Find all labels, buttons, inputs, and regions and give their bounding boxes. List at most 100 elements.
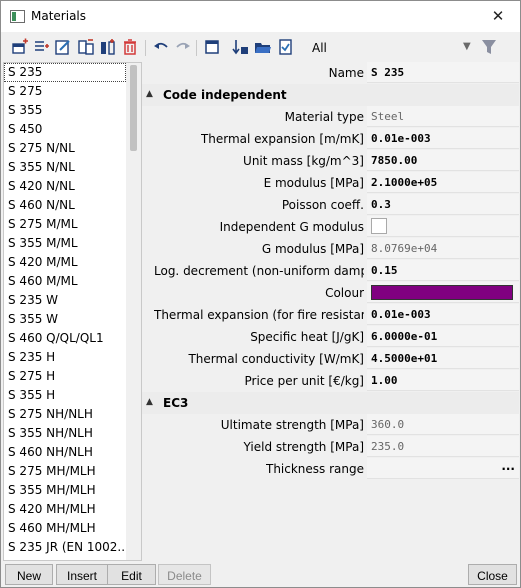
property-value-text: 0.15 — [371, 264, 398, 277]
property-row[interactable]: Specific heat [J/gK] 6.0000e-01 — [142, 326, 519, 348]
redo-icon[interactable] — [174, 38, 192, 56]
property-value[interactable]: 0.15 — [367, 260, 519, 281]
list-item[interactable]: S 460 Q/QL/QL1 — [4, 329, 126, 348]
property-row[interactable]: G modulus [MPa] 8.0769e+04 — [142, 238, 519, 260]
open-folder-icon[interactable] — [254, 38, 272, 56]
list-item[interactable]: S 275 N/NL — [4, 139, 126, 158]
property-row[interactable]: Yield strength [MPa] 235.0 — [142, 436, 519, 458]
colour-swatch[interactable] — [371, 285, 513, 300]
property-value[interactable]: 1.00 — [367, 370, 519, 391]
list-item[interactable]: S 420 M/ML — [4, 253, 126, 272]
list-item[interactable]: S 355 NH/NLH — [4, 424, 126, 443]
property-value[interactable]: 4.5000e+01 — [367, 348, 519, 369]
property-grid: Name S 235 ▲ Code independent Material type S… — [142, 62, 519, 559]
scrollbar-thumb[interactable] — [130, 65, 137, 151]
list-item[interactable]: S 355 — [4, 101, 126, 120]
property-row[interactable]: E modulus [MPa] 2.1000e+05 — [142, 172, 519, 194]
section-code-independent[interactable]: ▲ Code independent — [142, 84, 519, 106]
list-item[interactable]: S 460 NH/NLH — [4, 443, 126, 462]
independent-g-checkbox[interactable] — [371, 218, 387, 234]
list-item[interactable]: S 235 W — [4, 291, 126, 310]
undo-icon[interactable] — [152, 38, 170, 56]
close-window-icon[interactable]: ✕ — [486, 5, 510, 27]
list-item[interactable]: S 355 H — [4, 386, 126, 405]
property-row[interactable]: Log. decrement (non-uniform dampin 0.15 — [142, 260, 519, 282]
import-icon[interactable] — [99, 38, 117, 56]
copy-icon[interactable] — [77, 38, 95, 56]
library-icon[interactable] — [203, 38, 221, 56]
property-value[interactable]: 6.0000e-01 — [367, 326, 519, 347]
property-value[interactable]: 7850.00 — [367, 150, 519, 171]
insert-button[interactable]: Insert — [56, 564, 108, 585]
section-ec3[interactable]: ▲ EC3 — [142, 392, 519, 414]
list-item[interactable]: S 235 — [4, 63, 126, 82]
list-item[interactable]: S 460 N/NL — [4, 196, 126, 215]
property-row[interactable]: Colour — [142, 282, 519, 304]
property-value[interactable] — [367, 282, 519, 303]
property-value[interactable]: 0.3 — [367, 194, 519, 215]
property-row[interactable]: Material type Steel — [142, 106, 519, 128]
collapse-icon[interactable]: ▲ — [146, 397, 153, 407]
list-item[interactable]: S 460 M/ML — [4, 272, 126, 291]
property-row[interactable]: Unit mass [kg/m^3] 7850.00 — [142, 150, 519, 172]
ellipsis-button[interactable]: ... — [501, 459, 515, 473]
list-item[interactable]: S 275 H — [4, 367, 126, 386]
check-icon[interactable] — [277, 38, 295, 56]
insert-icon[interactable] — [32, 38, 50, 56]
property-row[interactable]: Ultimate strength [MPa] 360.0 — [142, 414, 519, 436]
new-button[interactable]: New — [5, 564, 53, 585]
property-row[interactable]: Thermal expansion [m/mK] 0.01e-003 — [142, 128, 519, 150]
property-row[interactable]: Thickness range... — [142, 458, 519, 480]
property-value[interactable]: ... — [367, 458, 519, 479]
delete-button[interactable]: Delete — [158, 564, 211, 585]
property-value-text: S 235 — [371, 66, 405, 79]
property-row[interactable]: Poisson coeff. 0.3 — [142, 194, 519, 216]
list-item[interactable]: S 420 N/NL — [4, 177, 126, 196]
list-item[interactable]: S 275 — [4, 82, 126, 101]
sort-icon[interactable] — [231, 38, 249, 56]
list-item[interactable]: S 355 N/NL — [4, 158, 126, 177]
edit-button[interactable]: Edit — [107, 564, 156, 585]
property-value[interactable]: 235.0 — [367, 436, 519, 457]
list-item[interactable]: S 235 JR (EN 1002... — [4, 538, 126, 557]
filter-icon[interactable] — [481, 39, 497, 55]
property-label: Colour — [325, 286, 364, 300]
property-row[interactable]: Independent G modulus — [142, 216, 519, 238]
property-row[interactable]: Name S 235 — [142, 62, 519, 84]
property-value[interactable]: S 235 — [367, 62, 519, 83]
property-value-text: 360.0 — [371, 418, 405, 431]
property-row[interactable]: Price per unit [€/kg] 1.00 — [142, 370, 519, 392]
property-value[interactable]: 8.0769e+04 — [367, 238, 519, 259]
property-value-text: 7850.00 — [371, 154, 418, 167]
property-value[interactable] — [367, 216, 519, 237]
property-row[interactable]: Thermal expansion (for fire resistance 0.… — [142, 304, 519, 326]
list-item[interactable]: S 275 M/ML — [4, 215, 126, 234]
filter-dropdown[interactable]: All — [312, 41, 327, 55]
window-title: Materials — [31, 9, 87, 23]
new-material-icon[interactable] — [11, 38, 29, 56]
list-item[interactable]: S 235 H — [4, 348, 126, 367]
property-value[interactable]: 0.01e-003 — [367, 128, 519, 149]
chevron-down-icon[interactable]: ▼ — [463, 41, 471, 52]
list-item[interactable]: S 420 MH/MLH — [4, 500, 126, 519]
list-scrollbar[interactable] — [126, 63, 141, 560]
property-row[interactable]: Thermal conductivity [W/mK] 4.5000e+01 — [142, 348, 519, 370]
list-item[interactable]: S 355 W — [4, 310, 126, 329]
edit-icon[interactable] — [54, 38, 72, 56]
property-value[interactable]: 0.01e-003 — [367, 304, 519, 325]
list-item[interactable]: S 355 MH/MLH — [4, 481, 126, 500]
close-button[interactable]: Close — [468, 564, 517, 585]
property-value[interactable]: Steel — [367, 106, 519, 127]
property-value[interactable]: 2.1000e+05 — [367, 172, 519, 193]
list-item[interactable]: S 460 MH/MLH — [4, 519, 126, 538]
collapse-icon[interactable]: ▲ — [146, 89, 153, 99]
property-label: Ultimate strength [MPa] — [220, 418, 364, 432]
property-label: Independent G modulus — [219, 220, 364, 234]
list-item[interactable]: S 355 M/ML — [4, 234, 126, 253]
property-value-text: 0.3 — [371, 198, 391, 211]
list-item[interactable]: S 275 NH/NLH — [4, 405, 126, 424]
list-item[interactable]: S 450 — [4, 120, 126, 139]
list-item[interactable]: S 275 MH/MLH — [4, 462, 126, 481]
property-value[interactable]: 360.0 — [367, 414, 519, 435]
delete-icon[interactable] — [121, 38, 139, 56]
